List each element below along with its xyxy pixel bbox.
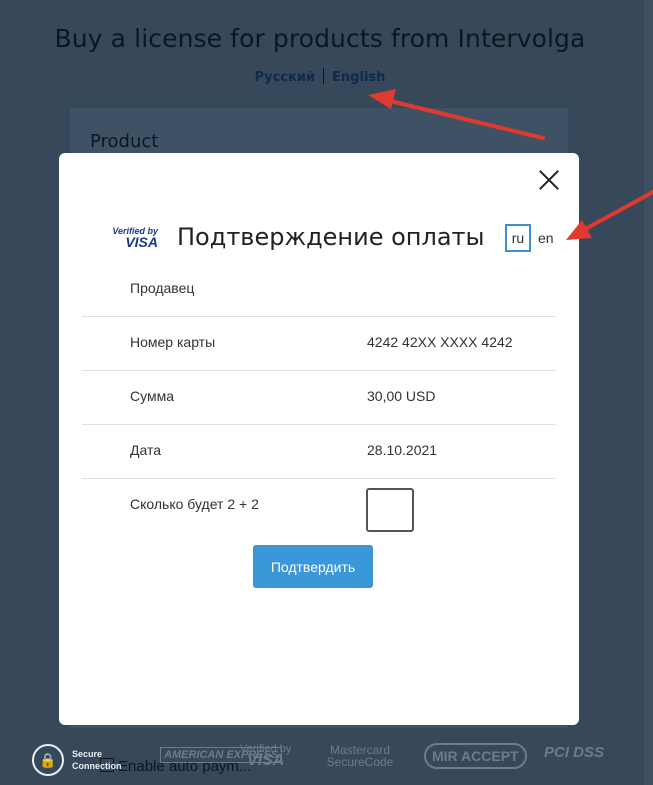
mir-accept-logo: MIR ACCEPT [424,743,527,769]
vbv-bottom-text: VISA [247,752,285,769]
captcha-label: Сколько будет 2 + 2 [130,496,259,512]
captcha-input[interactable] [366,488,414,532]
seller-label: Продавец [130,280,195,296]
lang-button-en[interactable]: en [538,230,554,246]
date-value: 28.10.2021 [367,442,438,458]
secure-connection: 🔒 Secure Connection [32,744,132,776]
lang-link-russian[interactable]: Русский [255,70,315,85]
close-icon[interactable] [537,167,561,191]
pci-dss-logo: PCI DSS [544,744,605,761]
verified-by-visa-logo: Verified by VISA [240,743,291,769]
mastercard-text: Mastercard SecureCode [326,743,394,769]
payment-details: Продавец Номер карты 4242 42XX XXXX 4242… [82,263,556,541]
lang-link-english[interactable]: English [332,70,385,85]
row-captcha: Сколько будет 2 + 2 [82,479,556,541]
lock-icon: 🔒 [32,744,64,776]
scrollbar[interactable] [644,0,653,785]
page-title: Buy a license for products from Intervol… [54,24,586,53]
confirm-button[interactable]: Подтвердить [253,545,373,588]
payment-confirmation-modal: Verified by VISA Подтверждение оплаты ru… [59,153,579,725]
row-seller: Продавец [82,263,556,317]
vbv-bottom-text: VISA [125,234,158,250]
amount-label: Сумма [130,388,174,404]
mastercard-securecode-logo: Mastercard SecureCode [322,744,398,768]
lang-button-ru[interactable]: ru [505,224,531,252]
language-switch: Русский English [0,68,640,85]
amount-value: 30,00 USD [367,388,436,404]
card-number-value: 4242 42XX XXXX 4242 [367,334,513,350]
verified-by-visa-logo: Verified by VISA [104,226,158,250]
modal-title: Подтверждение оплаты [177,223,485,251]
row-date: Дата 28.10.2021 [82,425,556,479]
product-heading: Product [90,131,159,152]
card-number-label: Номер карты [130,334,216,350]
date-label: Дата [130,442,162,458]
row-card-number: Номер карты 4242 42XX XXXX 4242 [82,317,556,371]
footer: 🔒 Secure Connection AMERICAN EXPRESS Ver… [0,735,653,785]
secure-connection-label: Secure Connection [72,749,122,771]
row-amount: Сумма 30,00 USD [82,371,556,425]
lang-separator [323,68,325,84]
